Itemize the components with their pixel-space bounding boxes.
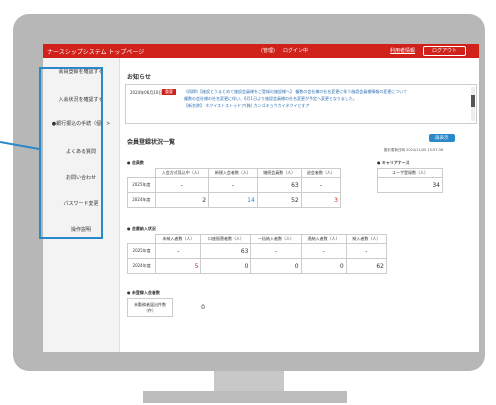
table-header [128,235,156,244]
cell-value: - [155,243,202,259]
table-row: 2024年度 2 14 52 3 [127,192,342,208]
cell-value: - [345,243,388,259]
cell-value: - [154,177,210,193]
table-row: 2024年度 5 0 0 0 62 [126,258,388,274]
main-content: お知らせ 2024年06月10日 重要 《再掲》【施設とうまとめて施設会員様をご… [121,58,477,352]
cell-value: 63 [200,243,252,259]
callout-pointer [0,141,40,150]
career-table: ユーザ登録数（人） 34 [377,168,443,193]
table-header-row: 入会方式見込中（人） 新規入会者数（人） 継続会員数（人） 退会者数（人） [128,168,342,178]
scroll-thumb[interactable] [471,95,475,107]
table-header: 継続会員数（人） [256,168,302,178]
cell-value: 2 [154,192,210,208]
notice-line[interactable]: 《再掲》【施設とうまとめて施設会員様をご登録の施設様へ】 複数の会社様の社名変更… [184,89,407,95]
cell-value: - [208,177,258,193]
cell-value: 0 [300,258,347,274]
cell-value: 0 [200,258,252,274]
cell-value: 34 [377,177,443,193]
role-status: (管理) [261,48,275,54]
row-year: 2024年度 [126,258,157,274]
cell-value: - [300,243,347,259]
table-header: 未納入者数（人） [155,234,202,244]
table-header: 退会者数（人） [300,168,342,178]
table-header: 一括納入者数（人） [250,234,302,244]
notice-title: お知らせ [127,74,151,81]
refresh-button[interactable]: 再表示 [429,134,455,142]
cell-value: - [250,243,302,259]
cell-value: 63 [256,177,302,193]
row-year: 2025年度 [126,243,157,259]
cell-value: 52 [256,192,302,208]
cell-value-link[interactable]: 3 [300,192,342,208]
table-header-row: 未納入者数（人） 口座振替者数（人） 一括納入者数（人） 過納入者数（人） 納入… [128,234,388,244]
payment-label: ● 会費納入状況 [127,226,156,231]
table-header [128,169,156,178]
cell-value: 62 [345,258,388,274]
app-title: ナースシップシステム トップページ [47,49,145,56]
update-timestamp: 集計更新日時 2024/11/05 15:57:36 [384,148,444,152]
row-year: 2025年度 [127,177,156,193]
notice-scrollbar[interactable] [471,87,475,121]
notice-line[interactable]: 【新名称】 ネクイストストゥドア(株) カンゴキョウカイネクイとすア [184,103,309,109]
career-label: ● キャリアナース [377,160,410,165]
cell-value-link[interactable]: 14 [208,192,258,208]
members-label: ● 会員数 [127,160,144,165]
sidebar-highlight-frame [39,67,103,239]
unregistered-table: 未勤務者届出件数（件） 0 [127,298,207,317]
cell-value: 0 [250,258,302,274]
top-bar: ナースシップシステム トップページ (管理) ログイン中 利用者情報 ログアウト [43,44,479,58]
members-table: 入会方式見込中（人） 新規入会者数（人） 継続会員数（人） 退会者数（人） 20… [127,168,342,208]
table-header: 納入者数（人） [345,234,388,244]
monitor-stand-neck [214,371,284,391]
payment-table: 未納入者数（人） 口座振替者数（人） 一括納入者数（人） 過納入者数（人） 納入… [126,234,388,274]
table-header: ユーザ登録数（人） [377,168,443,178]
monitor-stand-base [143,391,347,403]
cell-value: 0 [201,304,205,311]
important-badge: 重要 [162,89,176,95]
notice-box: 2024年06月10日 重要 《再掲》【施設とうまとめて施設会員様をご登録の施設… [125,84,477,124]
table-header: 新規入会者数（人） [208,168,258,178]
cell-value: - [300,177,342,193]
screen: ナースシップシステム トップページ (管理) ログイン中 利用者情報 ログアウト… [43,44,479,352]
table-header: 口座振替者数（人） [200,234,252,244]
my-info-link[interactable]: 利用者情報 [390,47,415,54]
notice-date: 2024年06月10日 [130,90,163,95]
table-row: 2025年度 - 63 - - - [126,243,388,259]
registration-title: 会員登録状況一覧 [127,139,176,146]
login-status: ログイン中 [283,48,309,54]
unregistered-label: ● 未登録入会者数 [127,290,160,295]
logout-button[interactable]: ログアウト [423,46,467,56]
notice-line[interactable]: 複数の会社様の社名変更に伴い、6月1日より施設会員様の社名変更が予定へ変更となり… [184,96,357,102]
table-row: 2025年度 - - 63 - [127,177,342,193]
table-header: 入会方式見込中（人） [154,168,210,178]
row-year: 2024年度 [127,192,156,208]
table-header: 未勤務者届出件数（件） [127,298,173,317]
cell-value-link[interactable]: 5 [155,258,202,274]
table-header: 過納入者数（人） [300,234,347,244]
